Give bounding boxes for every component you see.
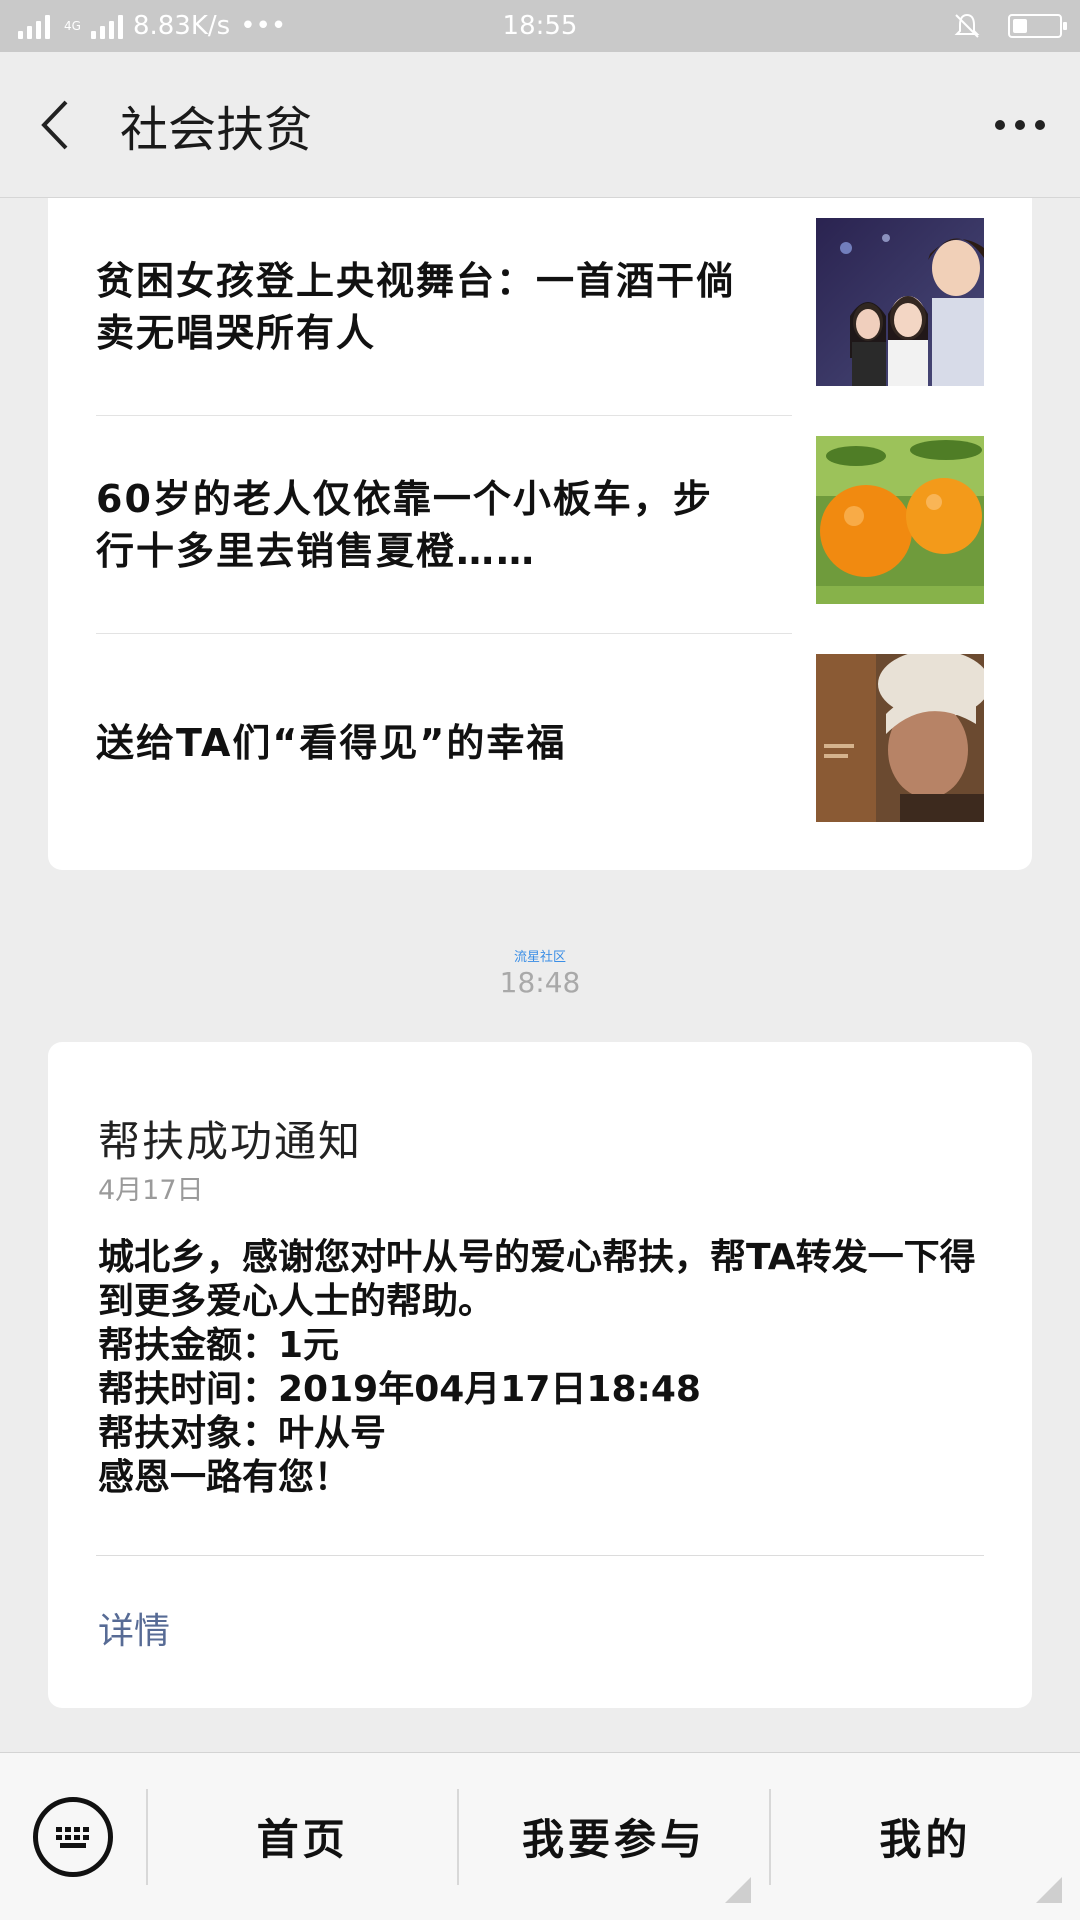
article-title: 60岁的老人仅依靠一个小板车，步行十多里去销售夏橙…… [96, 477, 713, 573]
mute-bell-icon [954, 13, 980, 38]
status-left: 4G 8.83K/s ••• [18, 11, 286, 41]
submenu-indicator-icon [1035, 1876, 1062, 1903]
menu-item-label: 我的 [879, 1815, 972, 1864]
status-bar: 4G 8.83K/s ••• 18:55 [0, 0, 1080, 52]
article-title: 贫困女孩登上央视舞台：一首酒干倘卖无唱哭所有人 [96, 259, 737, 355]
back-button[interactable] [0, 52, 110, 198]
article-list-card: 贫困女孩登上央视舞台：一首酒干倘卖无唱哭所有人 60岁的老人仅依靠一个小板车，步… [48, 198, 1032, 870]
battery-icon [1008, 14, 1067, 38]
notification-line: 感恩一路有您！ [98, 1457, 351, 1498]
more-dot-icon [1015, 119, 1025, 130]
article-title: 送给TA们“看得见”的幸福 [96, 721, 567, 765]
notification-line: 城北乡，感谢您对叶从号的爱心帮扶，帮TA转发一下得到更多爱心人士的帮助。 [98, 1237, 976, 1322]
notification-card[interactable]: 帮扶成功通知 4月17日 城北乡，感谢您对叶从号的爱心帮扶，帮TA转发一下得到更… [48, 1042, 1032, 1708]
photo-elderly-woman-icon [816, 654, 984, 822]
article-item[interactable]: 60岁的老人仅依靠一个小板车，步行十多里去销售夏橙…… [96, 416, 984, 634]
chevron-left-icon [41, 100, 68, 149]
title-bar: 社会扶贫 [0, 52, 1080, 198]
article-item[interactable]: 送给TA们“看得见”的幸福 [96, 634, 984, 852]
notification-date: 4月17日 [98, 1175, 204, 1206]
notification-title: 帮扶成功通知 [98, 1117, 363, 1166]
keyboard-toggle-button[interactable] [0, 1753, 146, 1920]
detail-link[interactable]: 详情 [98, 1602, 170, 1654]
more-dot-icon [995, 119, 1005, 130]
more-options-button[interactable] [960, 52, 1080, 198]
divider [96, 1555, 984, 1556]
more-notifications-icon: ••• [240, 11, 287, 41]
more-dot-icon [1035, 119, 1045, 130]
menu-item-label: 我要参与 [521, 1815, 706, 1864]
network-speed: 8.83K/s [132, 11, 231, 41]
signal-icon-2 [90, 13, 123, 39]
photo-oranges-icon [816, 436, 984, 604]
menu-item-mine[interactable]: 我的 [771, 1753, 1080, 1920]
timestamp-time: 18:48 [499, 966, 581, 999]
message-timestamp: 流星社区 18:48 [0, 950, 1080, 1000]
notification-line: 帮扶时间：2019年04月17日18:48 [98, 1369, 701, 1410]
bottom-menu: 首页 我要参与 我的 [0, 1752, 1080, 1920]
article-thumbnail [816, 654, 984, 822]
photo-girls-stage-icon [816, 218, 984, 386]
article-item[interactable]: 贫困女孩登上央视舞台：一首酒干倘卖无唱哭所有人 [96, 198, 984, 416]
signal-icon [18, 13, 50, 39]
page-title: 社会扶贫 [120, 101, 313, 158]
submenu-indicator-icon [724, 1876, 751, 1903]
status-right [952, 11, 1067, 41]
notification-line: 帮扶对象：叶从号 [98, 1413, 387, 1454]
article-thumbnail [816, 218, 984, 386]
network-type: 4G [64, 19, 81, 33]
menu-item-participate[interactable]: 我要参与 [459, 1753, 768, 1920]
keyboard-icon [33, 1796, 113, 1877]
notification-line: 帮扶金额：1元 [98, 1325, 340, 1366]
menu-item-home[interactable]: 首页 [148, 1753, 457, 1920]
menu-item-label: 首页 [256, 1815, 349, 1864]
notification-body: 城北乡，感谢您对叶从号的爱心帮扶，帮TA转发一下得到更多爱心人士的帮助。 帮扶金… [98, 1236, 988, 1500]
article-thumbnail [816, 436, 984, 604]
timestamp-tag: 流星社区 [513, 950, 566, 965]
